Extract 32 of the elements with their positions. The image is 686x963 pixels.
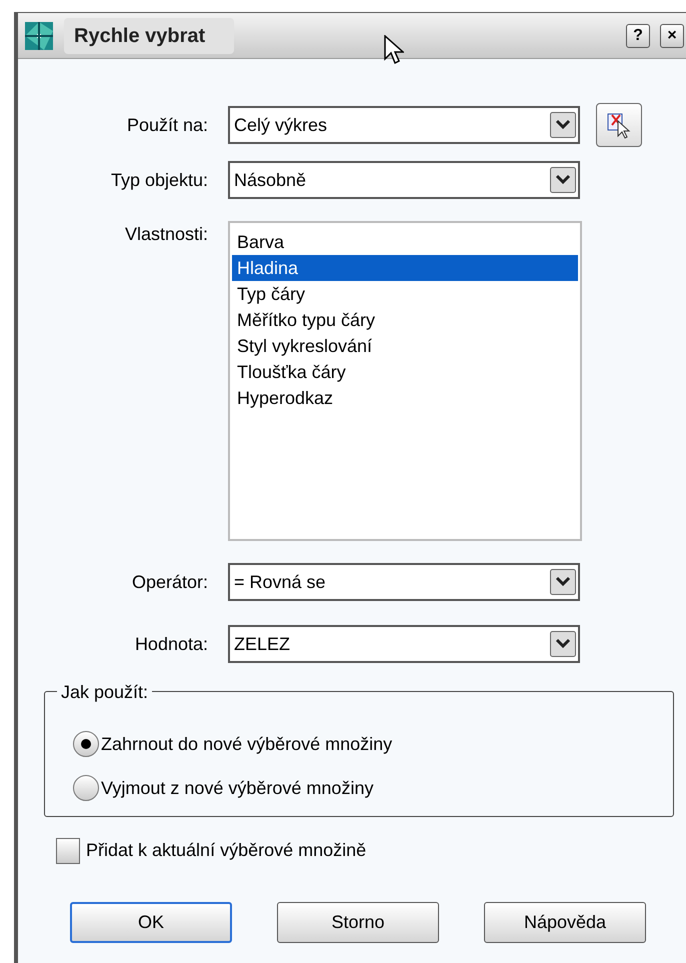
select-objects-icon [606,111,632,139]
field-label: Vlastnosti: [124,223,209,246]
list-item[interactable]: Tloušťka čáry [232,359,578,385]
radio-button[interactable] [73,731,99,757]
checkbox[interactable] [56,838,80,864]
dropdown[interactable]: ZELEZ [228,625,580,663]
close-button[interactable]: × [660,24,684,48]
window-title: Rychle vybrat [64,18,234,54]
list-item[interactable]: Hladina [232,255,578,281]
field-label: Použít na: [126,114,209,136]
field-label: Typ objektu: [110,168,209,192]
dropdown[interactable]: Násobně [228,161,580,199]
help-button[interactable]: ? [626,24,650,48]
field-label: Operátor: [130,570,209,594]
select-objects-button[interactable] [596,103,642,147]
radio-label: Vyjmout z nové výběrové množiny [101,776,374,800]
mouse-cursor-icon [384,35,404,65]
app-icon [24,20,54,50]
list-item[interactable]: Hyperodkaz [232,385,578,411]
radio-button[interactable] [73,775,99,801]
dialog-button[interactable]: Nápověda [484,902,646,943]
ok-button[interactable]: OK [70,902,232,943]
dropdown[interactable]: = Rovná se [228,563,580,601]
list-item[interactable]: Styl vykreslování [232,333,578,359]
dialog-button[interactable]: Storno [277,902,439,943]
dropdown[interactable]: Celý výkres [228,106,580,144]
field-label: Hodnota: [134,632,209,656]
list-item[interactable]: Typ čáry [232,281,578,307]
list-item[interactable]: Měřítko typu čáry [232,307,578,333]
checkbox-label: Přidat k aktuální výběrové množině [86,839,366,862]
radio-label: Zahrnout do nové výběrové množiny [101,732,392,756]
list-item[interactable]: Barva [232,229,578,255]
